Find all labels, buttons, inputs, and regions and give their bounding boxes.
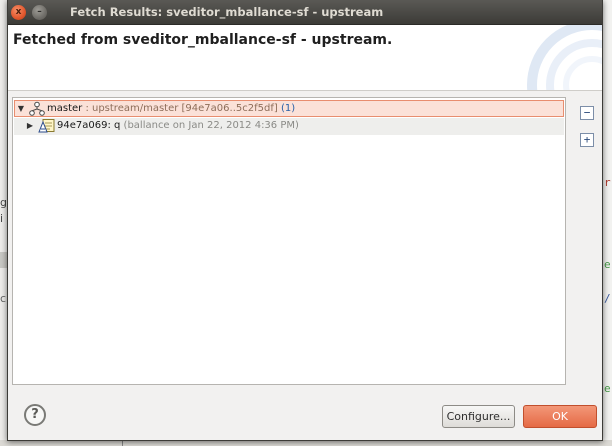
help-button[interactable]: ? [24, 404, 46, 426]
commit-count: (1) [277, 103, 296, 114]
commit-detail: (ballance on Jan 22, 2012 4:36 PM) [120, 120, 299, 131]
collapse-all-button[interactable]: − [580, 106, 594, 120]
minimize-button[interactable]: – [32, 5, 47, 20]
tree-row-label: 94e7a069: q (ballance on Jan 22, 2012 4:… [57, 118, 299, 134]
background-fragment: g [0, 196, 7, 209]
commit-icon [38, 119, 55, 133]
expand-all-icon: + [583, 133, 591, 146]
background-fragment: c [0, 292, 7, 305]
background-fragment: e [604, 258, 611, 271]
background-fragment: r [604, 176, 611, 189]
fetch-results-tree[interactable]: ▼ master : upstream/master [94e7a06..5c2… [12, 97, 566, 385]
background-fragment: / [604, 292, 611, 305]
commit-name: 94e7a069: q [57, 120, 121, 131]
collapse-arrow-icon[interactable]: ▼ [16, 101, 26, 117]
branch-icon [29, 101, 45, 116]
tree-row-branch[interactable]: ▼ master : upstream/master [94e7a06..5c2… [14, 100, 564, 117]
expand-all-button[interactable]: + [580, 133, 594, 147]
ok-button[interactable]: OK [523, 405, 597, 428]
collapse-all-icon: − [583, 106, 591, 119]
branch-name: master [47, 103, 83, 114]
background-fragment: e [604, 382, 611, 395]
header-decoration-icon [527, 25, 602, 90]
close-button[interactable]: x [11, 5, 26, 20]
tree-row-label: master : upstream/master [94e7a06..5c2f5… [47, 101, 295, 117]
fetch-results-dialog: x – Fetch Results: sveditor_mballance-sf… [7, 0, 603, 441]
branch-detail: : upstream/master [94e7a06..5c2f5df] [82, 103, 278, 114]
dialog-header: Fetched from sveditor_mballance-sf - ups… [8, 25, 602, 91]
background-fragment: i [0, 212, 4, 225]
window-title: Fetch Results: sveditor_mballance-sf - u… [70, 5, 384, 19]
page-title: Fetched from sveditor_mballance-sf - ups… [13, 32, 393, 48]
help-icon: ? [31, 407, 39, 422]
minimize-icon: – [37, 7, 42, 17]
expand-arrow-icon[interactable]: ▶ [25, 118, 35, 134]
configure-button[interactable]: Configure... [442, 405, 515, 428]
title-bar[interactable]: x – Fetch Results: sveditor_mballance-sf… [8, 0, 602, 25]
tree-row-commit[interactable]: ▶ 94e7a069: q (ballance on Jan 22, 2012 … [14, 118, 564, 135]
close-icon: x [15, 7, 22, 17]
